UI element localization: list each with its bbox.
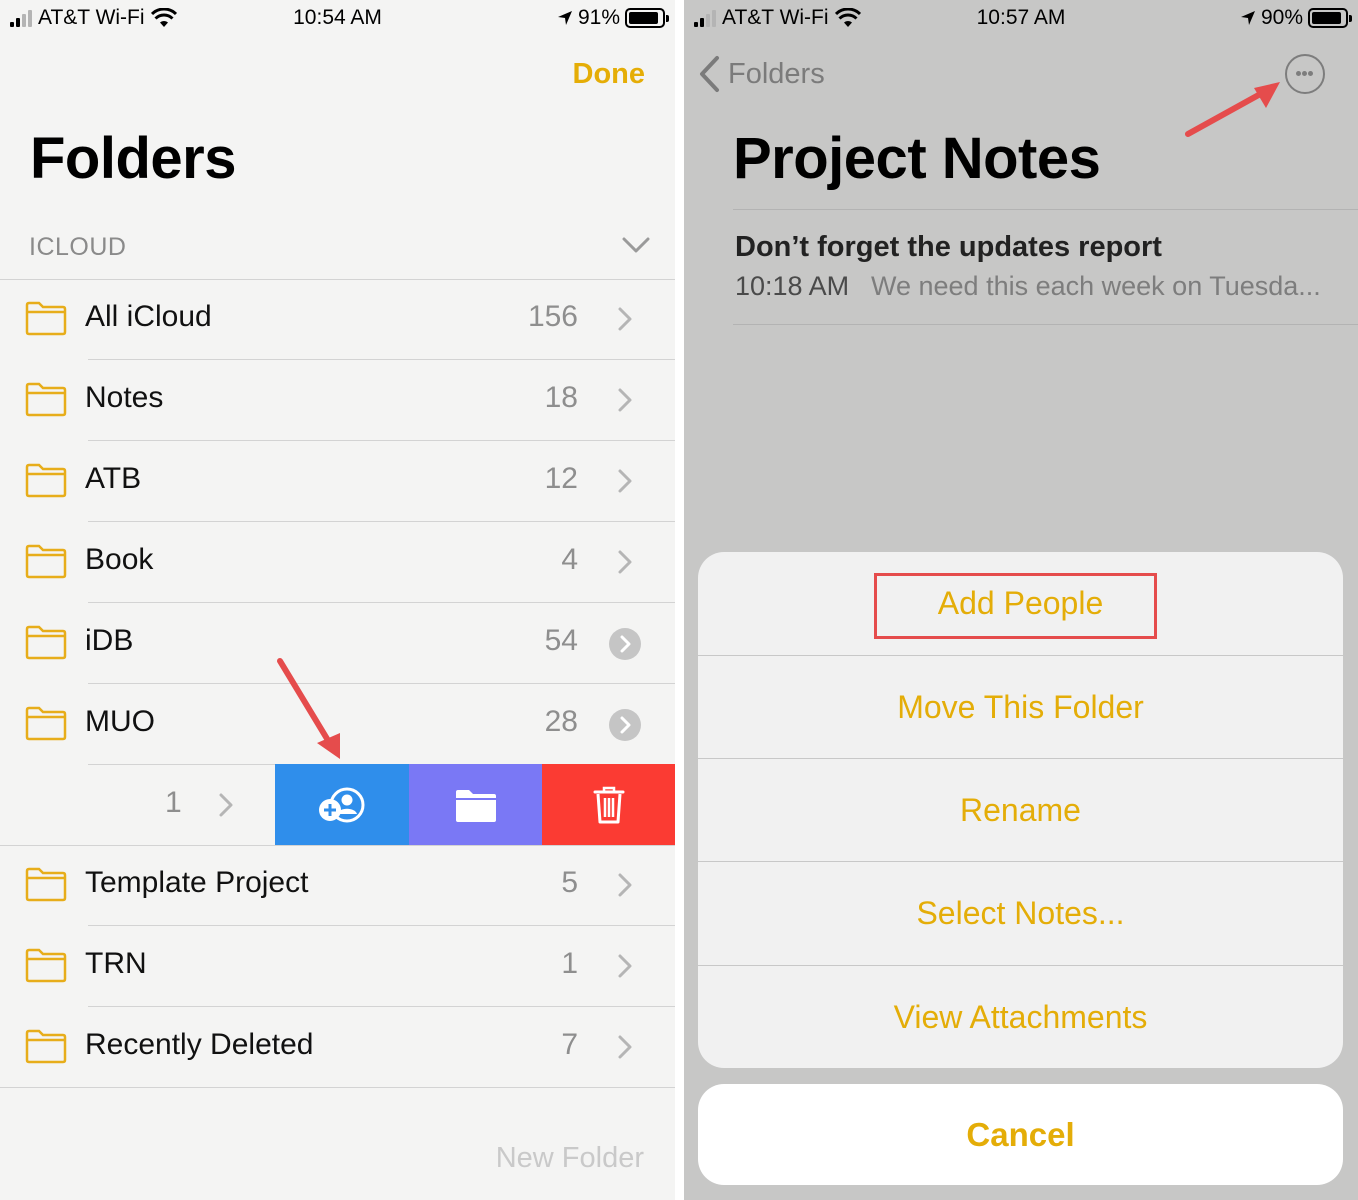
folder-count: 1 bbox=[165, 786, 182, 819]
panel-divider bbox=[675, 0, 684, 1200]
folder-count: 156 bbox=[527, 300, 578, 333]
folder-name: iDB bbox=[85, 624, 134, 657]
select-notes-option[interactable]: Select Notes... bbox=[698, 862, 1343, 965]
folder-name: Book bbox=[85, 543, 154, 576]
add-people-icon bbox=[319, 787, 365, 822]
cancel-button[interactable]: Cancel bbox=[698, 1084, 1343, 1185]
status-bar: AT&T Wi-Fi 10:57 AM 90% bbox=[684, 0, 1358, 36]
folder-count: 4 bbox=[561, 543, 578, 576]
location-icon bbox=[557, 11, 572, 25]
folder-icon bbox=[25, 1029, 67, 1064]
folder-name: Template Project bbox=[85, 866, 309, 899]
folder-name: TRN bbox=[85, 947, 147, 980]
new-folder-button[interactable]: New Folder bbox=[496, 1142, 644, 1175]
section-header-icloud[interactable]: ICLOUD bbox=[29, 233, 126, 262]
folder-icon bbox=[25, 706, 67, 741]
folder-icon bbox=[25, 463, 67, 498]
folder-count: 18 bbox=[544, 381, 578, 414]
battery-icon bbox=[1308, 8, 1352, 28]
chevron-right-icon bbox=[219, 793, 233, 817]
folder-row[interactable]: Book 4 bbox=[0, 522, 675, 603]
note-time: 10:18 AM bbox=[735, 271, 850, 301]
done-button[interactable]: Done bbox=[573, 58, 646, 91]
chevron-right-icon bbox=[618, 550, 632, 574]
folder-icon bbox=[25, 382, 67, 417]
folder-count: 1 bbox=[561, 947, 578, 980]
folder-row[interactable]: Template Project 5 bbox=[0, 845, 675, 926]
annotation-arrow bbox=[1185, 82, 1280, 137]
share-folder-button[interactable] bbox=[275, 764, 409, 845]
move-folder-option[interactable]: Move This Folder bbox=[698, 656, 1343, 759]
project-notes-screen: AT&T Wi-Fi 10:57 AM 90% Folders Project … bbox=[684, 0, 1358, 1200]
folder-name: All iCloud bbox=[85, 300, 212, 333]
folder-row[interactable]: ATB 12 bbox=[0, 441, 675, 522]
page-title: Project Notes bbox=[733, 126, 1101, 191]
chevron-right-icon bbox=[618, 1035, 632, 1059]
folder-icon bbox=[25, 948, 67, 983]
folder-row[interactable]: TRN 1 bbox=[0, 926, 675, 1007]
folder-count: 7 bbox=[561, 1028, 578, 1061]
folder-count: 12 bbox=[544, 462, 578, 495]
chevron-right-icon bbox=[618, 307, 632, 331]
folder-count: 28 bbox=[544, 705, 578, 738]
view-attachments-option[interactable]: View Attachments bbox=[698, 966, 1343, 1068]
folder-icon bbox=[25, 867, 67, 902]
delete-folder-button[interactable] bbox=[542, 764, 675, 845]
folders-screen: AT&T Wi-Fi 10:54 AM 91% Done Folders ICL… bbox=[0, 0, 675, 1200]
chevron-right-icon bbox=[618, 388, 632, 412]
folder-row[interactable]: All iCloud 156 bbox=[0, 279, 675, 360]
chevron-left-icon bbox=[700, 56, 719, 92]
folder-name: ATB bbox=[85, 462, 142, 495]
folder-name: MUO bbox=[85, 705, 155, 738]
folder-row[interactable]: Notes 18 bbox=[0, 360, 675, 441]
battery-icon bbox=[625, 8, 669, 28]
rename-option[interactable]: Rename bbox=[698, 759, 1343, 862]
divider bbox=[733, 324, 1358, 325]
page-title: Folders bbox=[30, 126, 237, 191]
chevron-right-icon bbox=[618, 873, 632, 897]
divider bbox=[733, 209, 1358, 210]
battery-percent: 91% bbox=[577, 6, 620, 29]
folder-row[interactable]: iDB 54 bbox=[0, 603, 675, 684]
disclosure-button[interactable] bbox=[609, 709, 641, 741]
folder-icon bbox=[25, 625, 67, 660]
trash-icon bbox=[593, 786, 624, 823]
chevron-right-icon bbox=[620, 716, 631, 734]
folder-icon bbox=[25, 544, 67, 579]
status-bar: AT&T Wi-Fi 10:54 AM 91% bbox=[0, 0, 675, 36]
folder-count: 54 bbox=[544, 624, 578, 657]
move-folder-button[interactable] bbox=[409, 764, 542, 845]
folder-icon bbox=[455, 789, 496, 822]
folder-icon bbox=[25, 301, 67, 336]
disclosure-button[interactable] bbox=[609, 628, 641, 660]
action-sheet: Add People Move This Folder Rename Selec… bbox=[698, 552, 1343, 1068]
location-icon bbox=[1240, 11, 1255, 25]
chevron-right-icon bbox=[618, 954, 632, 978]
chevron-right-icon bbox=[620, 635, 631, 653]
chevron-right-icon bbox=[618, 469, 632, 493]
folder-count: 5 bbox=[561, 866, 578, 899]
back-label: Folders bbox=[728, 57, 825, 90]
divider bbox=[0, 1087, 675, 1088]
note-title: Don’t forget the updates report bbox=[735, 231, 1162, 263]
folder-row[interactable]: Recently Deleted 7 bbox=[0, 1007, 675, 1088]
chevron-down-icon[interactable] bbox=[621, 234, 651, 256]
swiped-folder-row[interactable]: 1 bbox=[0, 764, 675, 845]
battery-percent: 90% bbox=[1260, 6, 1303, 29]
more-options-button[interactable] bbox=[1285, 54, 1325, 94]
folder-row[interactable]: MUO 28 bbox=[0, 684, 675, 765]
folder-name: Recently Deleted bbox=[85, 1028, 314, 1061]
note-preview: We need this each week on Tuesda... bbox=[871, 271, 1321, 301]
folder-name: Notes bbox=[85, 381, 164, 414]
highlight-box bbox=[874, 573, 1157, 639]
back-button[interactable]: Folders bbox=[698, 55, 825, 93]
